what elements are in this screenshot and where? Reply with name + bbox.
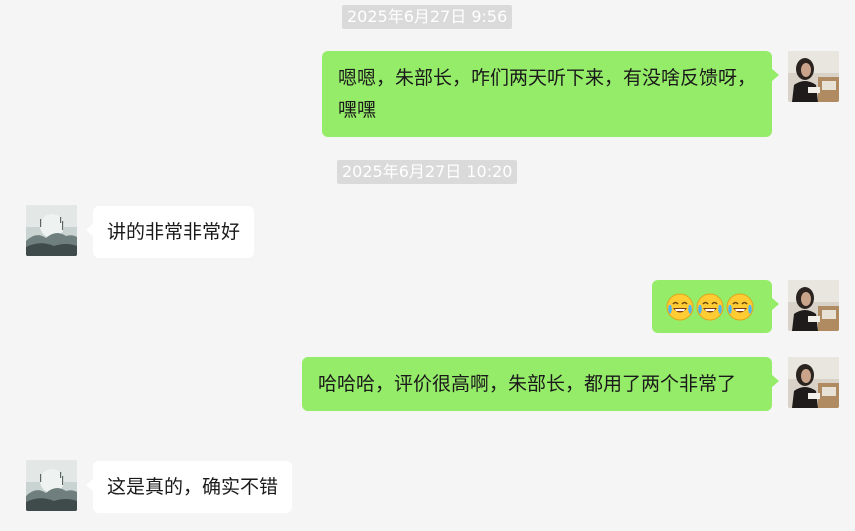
message-text: 讲的非常非常好 bbox=[107, 221, 241, 243]
outgoing-message[interactable]: 嗯嗯，朱部长，咋们两天听下来，有没啥反馈呀，嘿嘿 bbox=[322, 51, 779, 137]
woman-reading-avatar[interactable] bbox=[788, 51, 839, 102]
tears-of-joy-emoji bbox=[666, 293, 694, 321]
timestamp: 2025年6月27日 10:20 bbox=[337, 160, 518, 184]
message-text: 哈哈哈，评价很高啊，朱部长，都用了两个非常了 bbox=[318, 373, 737, 395]
message-text: 这是真的，确实不错 bbox=[107, 476, 279, 498]
message-text: 嗯嗯，朱部长，咋们两天听下来，有没啥反馈呀，嘿嘿 bbox=[338, 67, 757, 121]
ink-landscape-avatar[interactable] bbox=[26, 205, 77, 256]
outgoing-message[interactable]: 哈哈哈，评价很高啊，朱部长，都用了两个非常了 bbox=[302, 357, 779, 411]
ink-landscape-avatar[interactable] bbox=[26, 460, 77, 511]
woman-reading-avatar[interactable] bbox=[788, 357, 839, 408]
chat-window: 2025年6月27日 9:56 嗯嗯，朱部长，咋们两天听下来，有没啥反馈呀，嘿嘿… bbox=[0, 0, 855, 531]
tears-of-joy-emoji bbox=[696, 293, 724, 321]
outgoing-emoji-message[interactable] bbox=[652, 280, 779, 333]
incoming-message[interactable]: 讲的非常非常好 bbox=[85, 206, 255, 258]
timestamp: 2025年6月27日 9:56 bbox=[342, 5, 513, 29]
incoming-message[interactable]: 这是真的，确实不错 bbox=[85, 461, 293, 513]
tears-of-joy-emoji bbox=[726, 293, 754, 321]
woman-reading-avatar[interactable] bbox=[788, 280, 839, 331]
